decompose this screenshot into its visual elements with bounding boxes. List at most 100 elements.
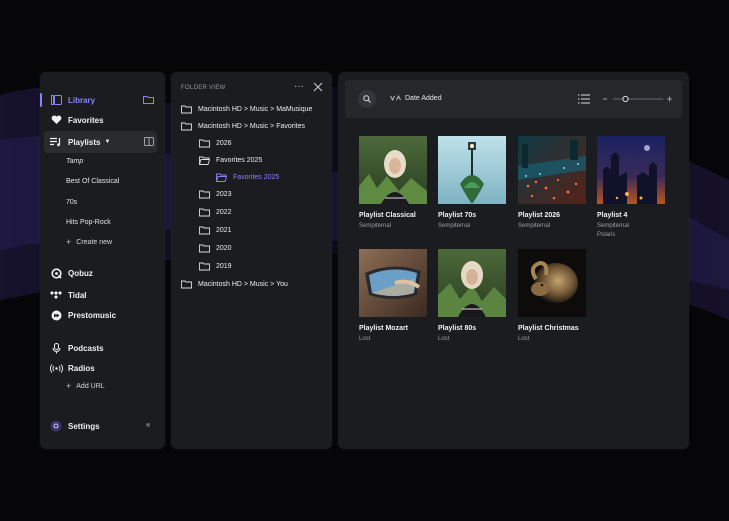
folder-row[interactable]: Macintosh HD > Music > MaMusique: [181, 105, 312, 114]
folder-row[interactable]: Favorites 2025: [216, 173, 279, 182]
playlist-card[interactable]: Playlist 70s Sempiternal: [438, 136, 506, 231]
folder-row[interactable]: 2022: [199, 208, 232, 217]
album-artwork[interactable]: [359, 136, 427, 204]
card-title[interactable]: Playlist Christmas: [518, 325, 586, 332]
folder-row[interactable]: 2021: [199, 226, 232, 235]
playlist-card[interactable]: Playlist 4 Sempiternal Polaris: [597, 136, 665, 240]
folder-icon: [199, 226, 210, 235]
folder-label: 2023: [216, 191, 232, 198]
plus-icon: +: [66, 237, 72, 247]
sidebar-item-label: Library: [68, 95, 96, 105]
zoom-slider[interactable]: [603, 92, 673, 106]
album-artwork[interactable]: [518, 249, 586, 317]
sidebar-item-label: Radios: [68, 363, 95, 373]
folder-row[interactable]: Favorites 2025: [199, 156, 262, 165]
folder-icon: [181, 122, 192, 131]
card-subtitle: Polaris: [597, 232, 616, 238]
folder-row[interactable]: Macintosh HD > Music > You: [181, 280, 288, 289]
folder-view-title: FOLDER VIEW: [181, 85, 226, 91]
list-view-icon[interactable]: [578, 94, 590, 104]
tidal-icon: [49, 288, 63, 302]
more-options-icon[interactable]: ···: [294, 81, 304, 92]
folder-label: 2021: [216, 227, 232, 234]
panel-toggle-icon[interactable]: [144, 137, 154, 148]
album-artwork[interactable]: [438, 136, 506, 204]
chevron-down-icon[interactable]: ▼: [104, 139, 110, 145]
sidebar-item-label: Favorites: [68, 115, 104, 125]
playlist-item-hits-pop-rock[interactable]: Hits Pop-Rock: [66, 219, 111, 226]
playlist-card[interactable]: Playlist Mozart Lost: [359, 249, 427, 344]
playlist-card[interactable]: Playlist 2026 Sempiternal: [518, 136, 586, 231]
folder-icon: [199, 244, 210, 253]
sidebar-item-label: Tidal: [68, 290, 87, 300]
create-new-button[interactable]: + Create new: [66, 237, 112, 247]
card-title[interactable]: Playlist 2026: [518, 212, 586, 219]
add-url-button[interactable]: + Add URL: [66, 381, 105, 391]
sidebar-item-podcasts[interactable]: Podcasts: [40, 339, 165, 357]
plus-icon: +: [66, 381, 72, 391]
folder-icon[interactable]: [143, 95, 154, 106]
sidebar-item-favorites[interactable]: Favorites: [40, 111, 165, 129]
card-subtitles: Sempiternal: [359, 222, 427, 231]
folder-row[interactable]: 2023: [199, 190, 232, 199]
sidebar-item-label: Prestomusic: [68, 310, 117, 320]
sort-dropdown[interactable]: Date Added: [390, 94, 442, 102]
folder-icon: [199, 208, 210, 217]
card-title[interactable]: Playlist Mozart: [359, 325, 427, 332]
prestomusic-icon: [49, 308, 63, 322]
folder-icon: [199, 139, 210, 148]
folder-row[interactable]: 2026: [199, 139, 232, 148]
sidebar-item-tidal[interactable]: Tidal: [40, 286, 165, 304]
album-artwork[interactable]: [597, 136, 665, 204]
sidebar-item-playlists[interactable]: Playlists ▼: [40, 133, 165, 151]
playlist-card[interactable]: Playlist Classical Sempiternal: [359, 136, 427, 231]
folder-label: Macintosh HD > Music > MaMusique: [198, 106, 313, 113]
settings-icon: [49, 419, 63, 433]
card-title[interactable]: Playlist Classical: [359, 212, 427, 219]
card-title[interactable]: Playlist 4: [597, 212, 665, 219]
sidebar-item-qobuz[interactable]: Qobuz: [40, 264, 165, 282]
close-icon[interactable]: [313, 82, 323, 92]
folder-label: Macintosh HD > Music > Favorites: [198, 123, 305, 130]
playlist-card[interactable]: Playlist 80s Lost: [438, 249, 506, 344]
card-subtitles: Sempiternal Polaris: [597, 222, 665, 240]
folder-label: Favorites 2025: [233, 174, 280, 181]
search-button[interactable]: [358, 90, 376, 108]
folder-row[interactable]: Macintosh HD > Music > Favorites: [181, 122, 305, 131]
playlist-item-70s[interactable]: 70s: [66, 199, 77, 206]
album-artwork[interactable]: [438, 249, 506, 317]
playlist-card[interactable]: Playlist Christmas Lost: [518, 249, 586, 344]
sidebar-item-settings[interactable]: Settings «: [40, 417, 165, 435]
folder-icon: [181, 105, 192, 114]
card-title[interactable]: Playlist 70s: [438, 212, 506, 219]
folder-label: 2020: [216, 245, 232, 252]
card-subtitles: Lost: [438, 335, 506, 344]
microphone-icon: [49, 341, 63, 355]
sidebar-item-radios[interactable]: Radios: [40, 359, 165, 377]
album-artwork[interactable]: [359, 249, 427, 317]
folder-row[interactable]: 2020: [199, 244, 232, 253]
card-subtitles: Sempiternal: [518, 222, 586, 231]
folder-row[interactable]: 2019: [199, 262, 232, 271]
radio-icon: [49, 361, 63, 375]
main-content: Date Added Playlist Classical Sempiternal…: [338, 72, 689, 449]
sidebar-item-prestomusic[interactable]: Prestomusic: [40, 306, 165, 324]
card-subtitle: Sempiternal: [359, 223, 392, 229]
folder-open-icon: [216, 173, 227, 182]
card-subtitles: Sempiternal: [438, 222, 506, 231]
playlist-icon: [49, 135, 63, 149]
playlist-item-tamp[interactable]: Tamp: [66, 158, 83, 165]
card-title[interactable]: Playlist 80s: [438, 325, 506, 332]
toolbar: Date Added: [345, 80, 682, 118]
collapse-sidebar-icon[interactable]: «: [146, 420, 150, 429]
folder-view-panel: FOLDER VIEW ··· Macintosh HD > Music > M…: [171, 72, 332, 449]
sidebar-item-library[interactable]: Library: [40, 91, 165, 109]
sort-label: Date Added: [405, 94, 442, 102]
sidebar-item-label: Podcasts: [68, 343, 104, 353]
folder-label: Macintosh HD > Music > You: [198, 281, 288, 288]
sidebar-item-label: Settings: [68, 421, 100, 431]
playlist-item-best-of-classical[interactable]: Best Of Classical: [66, 178, 119, 185]
card-subtitle: Lost: [359, 336, 371, 342]
create-new-label: Create new: [76, 238, 113, 246]
album-artwork[interactable]: [518, 136, 586, 204]
